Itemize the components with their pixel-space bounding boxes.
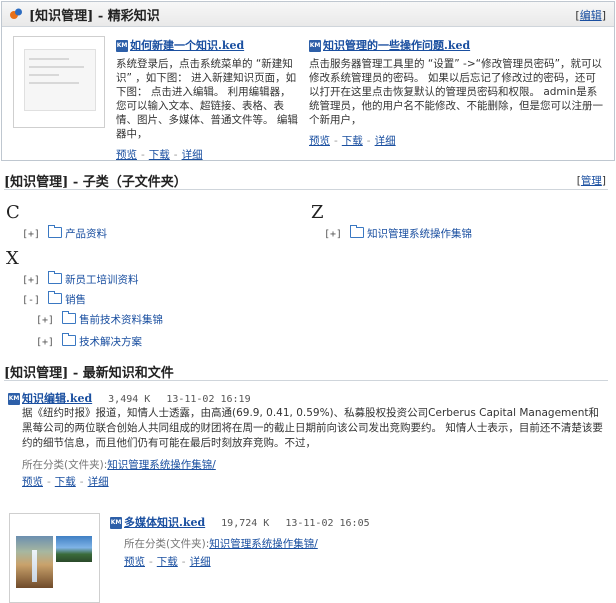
folder-item[interactable]: [+] 售前技术资料集锦	[36, 311, 163, 327]
subcategory-header: [知识管理] - 子类（子文件夹） [管理]	[4, 171, 608, 190]
download-link[interactable]: 下载	[55, 476, 76, 488]
manage-link[interactable]: [管理]	[577, 173, 606, 188]
item-category: 所在分类(文件夹):知识管理系统操作集锦/	[124, 538, 318, 550]
letter-heading: C	[6, 202, 20, 223]
detail-link[interactable]: 详细	[88, 476, 109, 488]
preview-link[interactable]: 预览	[309, 135, 330, 147]
folder-icon	[350, 225, 365, 238]
latest-item-header: KM 多媒体知识.ked 19,724 K 13-11-02 16:05	[110, 514, 370, 530]
folder-icon	[48, 271, 63, 284]
item-category: 所在分类(文件夹):知识管理系统操作集锦/	[22, 459, 216, 471]
folder-icon	[62, 311, 77, 324]
ked-file-icon: KM	[309, 40, 321, 52]
preview-link[interactable]: 预览	[116, 149, 137, 161]
edit-link[interactable]: [编辑]	[575, 7, 606, 23]
expand-toggle[interactable]: [+]	[324, 229, 342, 240]
folder-item[interactable]: [+] 知识管理系统操作集锦	[324, 225, 472, 241]
latest-item-header: KM 知识编辑.ked 3,494 K 13-11-02 16:19	[8, 390, 251, 406]
category-link[interactable]: 知识管理系统操作集锦/	[209, 538, 318, 550]
landscape-image	[56, 536, 92, 562]
featured-card: KM 知识管理的一些操作问题.ked 点击服务器管理工具里的 “设置” ->“修改…	[309, 37, 605, 148]
detail-link[interactable]: 详细	[182, 149, 203, 161]
folder-item[interactable]: [+] 产品资料	[22, 225, 107, 241]
card-title-link[interactable]: 知识管理的一些操作问题.ked	[323, 39, 470, 52]
folder-item[interactable]: [+] 新员工培训资料	[22, 271, 139, 287]
folder-icon	[48, 291, 63, 304]
preview-link[interactable]: 预览	[22, 476, 43, 488]
ked-file-icon: KM	[8, 393, 20, 405]
folder-icon	[62, 333, 77, 346]
subcategory-title: [知识管理] - 子类（子文件夹）	[4, 175, 187, 190]
latest-header: [知识管理] - 最新知识和文件	[4, 362, 608, 381]
file-size: 3,494 K	[108, 394, 151, 405]
expand-toggle[interactable]: [+]	[22, 275, 40, 286]
download-link[interactable]: 下载	[342, 135, 363, 147]
folder-label[interactable]: 售前技术资料集锦	[79, 314, 163, 326]
item-actions: 预览 - 下载 - 详细	[22, 476, 109, 488]
waterfall-image	[16, 536, 53, 588]
category-link[interactable]: 知识管理系统操作集锦/	[107, 459, 216, 471]
folder-label[interactable]: 新员工培训资料	[65, 274, 139, 286]
card-actions: 预览 - 下载 - 详细	[309, 135, 396, 147]
featured-title: [知识管理] - 精彩知识	[29, 8, 160, 24]
card-actions: 预览 - 下载 - 详细	[116, 149, 203, 161]
item-title-link[interactable]: 多媒体知识.ked	[124, 516, 205, 529]
card-title-link[interactable]: 如何新建一个知识.ked	[130, 39, 244, 52]
collapse-toggle[interactable]: [-]	[22, 295, 40, 306]
folder-label[interactable]: 技术解决方案	[79, 336, 142, 348]
file-date: 13-11-02 16:05	[285, 518, 370, 529]
expand-toggle[interactable]: [+]	[36, 315, 54, 326]
expand-toggle[interactable]: [+]	[36, 337, 54, 348]
item-description: 据《纽约时报》报道，知情人士透露，由高通(69.9, 0.41, 0.59%)、…	[22, 407, 603, 449]
expand-toggle[interactable]: [+]	[22, 229, 40, 240]
featured-card: KM 如何新建一个知识.ked 系统登录后，点击系统菜单的 “新建知识” ，如下图…	[116, 37, 300, 162]
folder-label[interactable]: 知识管理系统操作集锦	[367, 228, 472, 240]
folder-item[interactable]: [+] 技术解决方案	[36, 333, 142, 349]
file-date: 13-11-02 16:19	[166, 394, 251, 405]
download-link[interactable]: 下载	[149, 149, 170, 161]
folder-label[interactable]: 产品资料	[65, 228, 107, 240]
ked-file-icon: KM	[116, 40, 128, 52]
folder-item[interactable]: [-] 销售	[22, 291, 86, 307]
file-size: 19,724 K	[221, 518, 270, 529]
latest-title: [知识管理] - 最新知识和文件	[4, 366, 174, 381]
card-thumbnail[interactable]	[13, 36, 105, 128]
folder-icon	[48, 225, 63, 238]
featured-header: [知识管理] - 精彩知识 [编辑]	[2, 2, 614, 27]
card-description: 系统登录后，点击系统菜单的 “新建知识” ，如下图： 进入新建知识页面，如下图：…	[116, 58, 298, 140]
folder-label[interactable]: 销售	[65, 294, 86, 306]
ked-file-icon: KM	[110, 517, 122, 529]
item-actions: 预览 - 下载 - 详细	[124, 556, 211, 568]
card-description: 点击服务器管理工具里的 “设置” ->“修改管理员密码”，就可以修改系统管理员的…	[309, 58, 603, 126]
item-title-link[interactable]: 知识编辑.ked	[22, 392, 92, 405]
detail-link[interactable]: 详细	[190, 556, 211, 568]
app-logo-icon	[10, 8, 22, 19]
preview-link[interactable]: 预览	[124, 556, 145, 568]
download-link[interactable]: 下载	[157, 556, 178, 568]
media-thumbnail[interactable]	[9, 513, 100, 603]
detail-link[interactable]: 详细	[375, 135, 396, 147]
letter-heading: Z	[311, 202, 324, 223]
letter-heading: X	[6, 248, 19, 269]
